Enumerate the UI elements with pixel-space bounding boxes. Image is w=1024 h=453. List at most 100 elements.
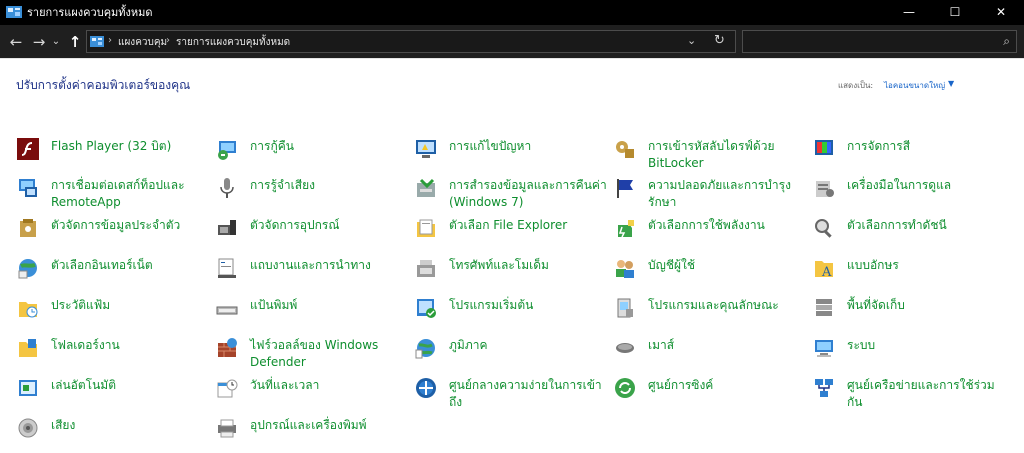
control-panel-item[interactable]: ประวัติแฟ้ม [17,297,207,333]
control-panel-item-label[interactable]: เครื่องมือในการดูแล [847,177,1007,194]
control-panel-item[interactable]: ไฟร์วอลล์ของ Windows Defender [216,337,406,373]
control-panel-item-label[interactable]: โปรแกรมเริ่มต้น [449,297,609,314]
minimize-button[interactable]: — [886,0,932,25]
control-panel-item-label[interactable]: การเข้ารหัสลับไดรฟ์ด้วย BitLocker [648,138,808,172]
control-panel-item[interactable]: ภูมิภาค [415,337,605,373]
control-panel-item[interactable]: ตัวจัดการข้อมูลประจำตัว [17,217,207,253]
search-input[interactable]: ⌕ [742,30,1017,53]
control-panel-item[interactable]: ระบบ [813,337,1003,373]
control-panel-item[interactable]: การเข้ารหัสลับไดรฟ์ด้วย BitLocker [614,138,804,174]
control-panel-item[interactable]: โทรศัพท์และโมเด็ม [415,257,605,293]
control-panel-item-label[interactable]: Flash Player (32 บิต) [51,138,211,155]
network-sharing-icon [815,379,833,397]
up-button[interactable]: ↑ [65,32,85,52]
back-button[interactable]: ← [6,32,26,52]
control-panel-item-label[interactable]: ตัวจัดการข้อมูลประจำตัว [51,217,211,234]
control-panel-item-label[interactable]: ตัวเลือกการทำดัชนี [847,217,1007,234]
control-panel-item[interactable]: ศูนย์กลางความง่ายในการเข้าถึง [415,377,605,413]
control-panel-item[interactable]: ศูนย์การซิงค์ [614,377,804,413]
breadcrumb-control-panel[interactable]: แผงควบคุม [118,36,167,49]
programs-features-icon [617,298,633,318]
control-panel-item-label[interactable]: ภูมิภาค [449,337,609,354]
control-panel-item-label[interactable]: แบบอักษร [847,257,1007,274]
control-panel-item[interactable]: ตัวเลือกการใช้พลังงาน [614,217,804,253]
control-panel-item[interactable]: พื้นที่จัดเก็บ [813,297,1003,333]
control-panel-item[interactable]: โฟลเดอร์งาน [17,337,207,373]
window-title: รายการแผงควบคุมทั้งหมด [27,6,153,19]
bitlocker-icon [616,141,634,158]
control-panel-item-label[interactable]: ตัวจัดการอุปกรณ์ [250,217,410,234]
storage-spaces-icon [816,299,832,316]
search-icon[interactable]: ⌕ [1003,34,1010,49]
maximize-button[interactable]: ☐ [932,0,978,25]
chevron-down-icon[interactable]: ▼ [948,79,954,88]
control-panel-item-label[interactable]: โปรแกรมและคุณลักษณะ [648,297,808,314]
control-panel-item[interactable]: เล่นอัตโนมัติ [17,377,207,413]
sound-icon [18,418,38,438]
control-panel-item[interactable]: ศูนย์เครือข่ายและการใช้ร่วมกัน [813,377,1003,413]
control-panel-item-label[interactable]: การกู้คืน [250,138,410,155]
control-panel-item[interactable]: แป้นพิมพ์ [216,297,406,333]
control-panel-item-label[interactable]: อุปกรณ์และเครื่องพิมพ์ [250,417,410,434]
view-by-label: แสดงเป็น: [838,81,874,90]
control-panel-item-label[interactable]: ไฟร์วอลล์ของ Windows Defender [250,337,410,371]
control-panel-item[interactable]: การกู้คืน [216,138,406,174]
control-panel-item[interactable]: แถบงานและการนำทาง [216,257,406,293]
view-by-dropdown[interactable]: ไอคอนขนาดใหญ่ [884,79,945,92]
control-panel-item-label[interactable]: แถบงานและการนำทาง [250,257,410,274]
refresh-button[interactable]: ↻ [714,33,725,48]
control-panel-item[interactable]: วันที่และเวลา [216,377,406,413]
control-panel-item[interactable]: โปรแกรมเริ่มต้น [415,297,605,333]
close-button[interactable]: ✕ [978,0,1024,25]
control-panel-item[interactable]: ตัวจัดการอุปกรณ์ [216,217,406,253]
address-box[interactable]: › แผงควบคุม › รายการแผงควบคุมทั้งหมด ⌄ ↻ [86,30,736,53]
control-panel-item[interactable]: การแก้ไขปัญหา [415,138,605,174]
control-panel-item[interactable]: ตัวเลือก File Explorer [415,217,605,253]
breadcrumb-all-items[interactable]: รายการแผงควบคุมทั้งหมด [176,36,290,49]
control-panel-item-label[interactable]: วันที่และเวลา [250,377,410,394]
control-panel-item-label[interactable]: ตัวเลือก File Explorer [449,217,609,234]
control-panel-item-label[interactable]: บัญชีผู้ใช้ [648,257,808,274]
control-panel-item[interactable]: การจัดการสี [813,138,1003,174]
control-panel-item-label[interactable]: ศูนย์เครือข่ายและการใช้ร่วมกัน [847,377,1007,411]
control-panel-item[interactable]: Flash Player (32 บิต) [17,138,207,174]
control-panel-item-label[interactable]: แป้นพิมพ์ [250,297,410,314]
control-panel-item[interactable]: บัญชีผู้ใช้ [614,257,804,293]
devices-printers-icon [218,419,236,438]
control-panel-item-label[interactable]: การแก้ไขปัญหา [449,138,609,155]
control-panel-item-label[interactable]: ความปลอดภัยและการบำรุงรักษา [648,177,808,211]
control-panel-item[interactable]: ตัวเลือกอินเทอร์เน็ต [17,257,207,293]
control-panel-item-label[interactable]: ศูนย์กลางความง่ายในการเข้าถึง [449,377,609,411]
control-panel-item-label[interactable]: การสำรองข้อมูลและการคืนค่า (Windows 7) [449,177,609,211]
control-panel-item-label[interactable]: ศูนย์การซิงค์ [648,377,808,394]
control-panel-item[interactable]: ตัวเลือกการทำดัชนี [813,217,1003,253]
control-panel-item[interactable]: การเชื่อมต่อเดสก์ท็อปและ RemoteApp [17,177,207,213]
control-panel-item-label[interactable]: พื้นที่จัดเก็บ [847,297,1007,314]
control-panel-item-label[interactable]: ตัวเลือกอินเทอร์เน็ต [51,257,211,274]
control-panel-item[interactable]: การรู้จำเสียง [216,177,406,213]
forward-button[interactable]: → [29,32,49,52]
control-panel-item[interactable]: ความปลอดภัยและการบำรุงรักษา [614,177,804,213]
control-panel-item[interactable]: A แบบอักษร [813,257,1003,293]
control-panel-item-label[interactable]: การเชื่อมต่อเดสก์ท็อปและ RemoteApp [51,177,211,211]
control-panel-item-label[interactable]: ประวัติแฟ้ม [51,297,211,314]
control-panel-item-label[interactable]: เมาส์ [648,337,808,354]
control-panel-item[interactable]: เครื่องมือในการดูแล [813,177,1003,213]
title-bar: รายการแผงควบคุมทั้งหมด — ☐ ✕ [0,0,1024,25]
control-panel-item-label[interactable]: ตัวเลือกการใช้พลังงาน [648,217,808,234]
control-panel-item-label[interactable]: โฟลเดอร์งาน [51,337,211,354]
control-panel-item-label[interactable]: การจัดการสี [847,138,1007,155]
firewall-icon [218,338,237,357]
control-panel-item[interactable]: โปรแกรมและคุณลักษณะ [614,297,804,333]
control-panel-item-label[interactable]: เล่นอัตโนมัติ [51,377,211,394]
control-panel-item-label[interactable]: โทรศัพท์และโมเด็ม [449,257,609,274]
control-panel-item-label[interactable]: เสียง [51,417,211,434]
address-dropdown-button[interactable]: ⌄ [687,34,696,47]
color-management-icon [815,140,833,155]
control-panel-item[interactable]: เมาส์ [614,337,804,373]
control-panel-item-label[interactable]: ระบบ [847,337,1007,354]
control-panel-item-label[interactable]: การรู้จำเสียง [250,177,410,194]
recent-locations-button[interactable]: ⌄ [50,32,62,52]
sync-center-icon [615,378,635,398]
control-panel-item[interactable]: การสำรองข้อมูลและการคืนค่า (Windows 7) [415,177,607,213]
